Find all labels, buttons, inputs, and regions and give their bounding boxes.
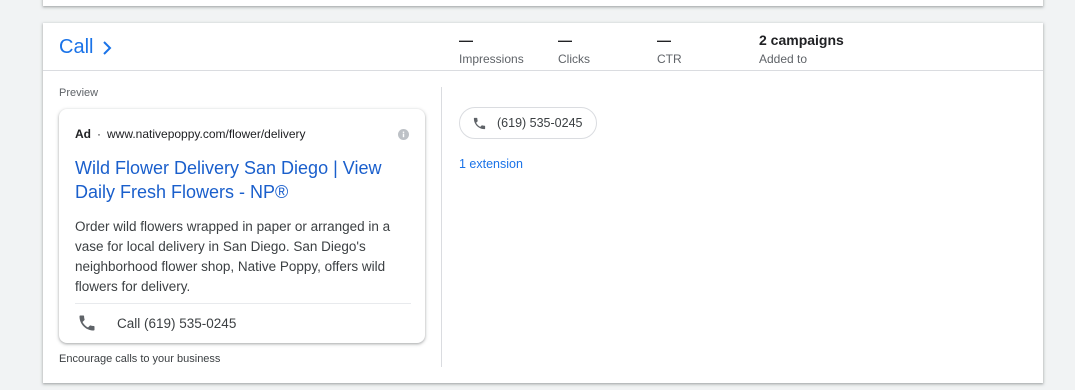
ad-preview-card: Ad · www.nativepoppy.com/flower/delivery…	[59, 109, 425, 343]
metric-label: CTR	[657, 52, 682, 66]
metric-label: Impressions	[459, 52, 524, 66]
preview-label: Preview	[59, 87, 99, 99]
ad-call-text: Call (619) 535-0245	[117, 315, 237, 331]
ad-display-url: www.nativepoppy.com/flower/delivery	[107, 127, 306, 141]
metric-value: —	[657, 32, 671, 48]
call-title-link[interactable]: Call	[59, 36, 113, 59]
vertical-divider	[441, 87, 442, 367]
metric-clicks: — Clicks	[558, 32, 590, 66]
phone-icon	[473, 117, 486, 129]
card-header: Call — Impressions — Clicks — CTR 2 camp…	[43, 23, 1043, 71]
ad-headline: Wild Flower Delivery San Diego | View Da…	[75, 158, 382, 202]
metric-value: 2 campaigns	[759, 32, 844, 48]
ad-top-line: Ad · www.nativepoppy.com/flower/delivery	[75, 127, 306, 141]
metric-label: Clicks	[558, 52, 590, 66]
ad-divider	[75, 303, 411, 304]
ad-badge: Ad	[75, 127, 91, 141]
preview-footnote: Encourage calls to your business	[59, 353, 221, 365]
metric-value: —	[459, 32, 473, 48]
metric-label: Added to	[759, 52, 808, 66]
metric-added-to: 2 campaigns Added to	[759, 32, 844, 66]
metric-value: —	[558, 32, 572, 48]
card-title: Call	[59, 36, 94, 58]
extension-count-link[interactable]: 1 extension	[459, 157, 523, 171]
chevron-right-icon	[103, 40, 112, 55]
ad-separator: ·	[97, 127, 101, 141]
metric-ctr: — CTR	[657, 32, 682, 66]
ad-description: Order wild flowers wrapped in paper or a…	[75, 219, 391, 294]
phone-extension-number: (619) 535-0245	[497, 116, 583, 130]
phone-extension-chip[interactable]: (619) 535-0245	[459, 107, 598, 139]
info-icon[interactable]	[398, 129, 409, 140]
call-extension-card: Call — Impressions — Clicks — CTR 2 camp…	[43, 23, 1043, 383]
previous-card	[43, 0, 1043, 6]
phone-icon	[79, 315, 95, 331]
ad-call-row: Call (619) 535-0245	[75, 313, 236, 333]
metric-impressions: — Impressions	[459, 32, 524, 66]
